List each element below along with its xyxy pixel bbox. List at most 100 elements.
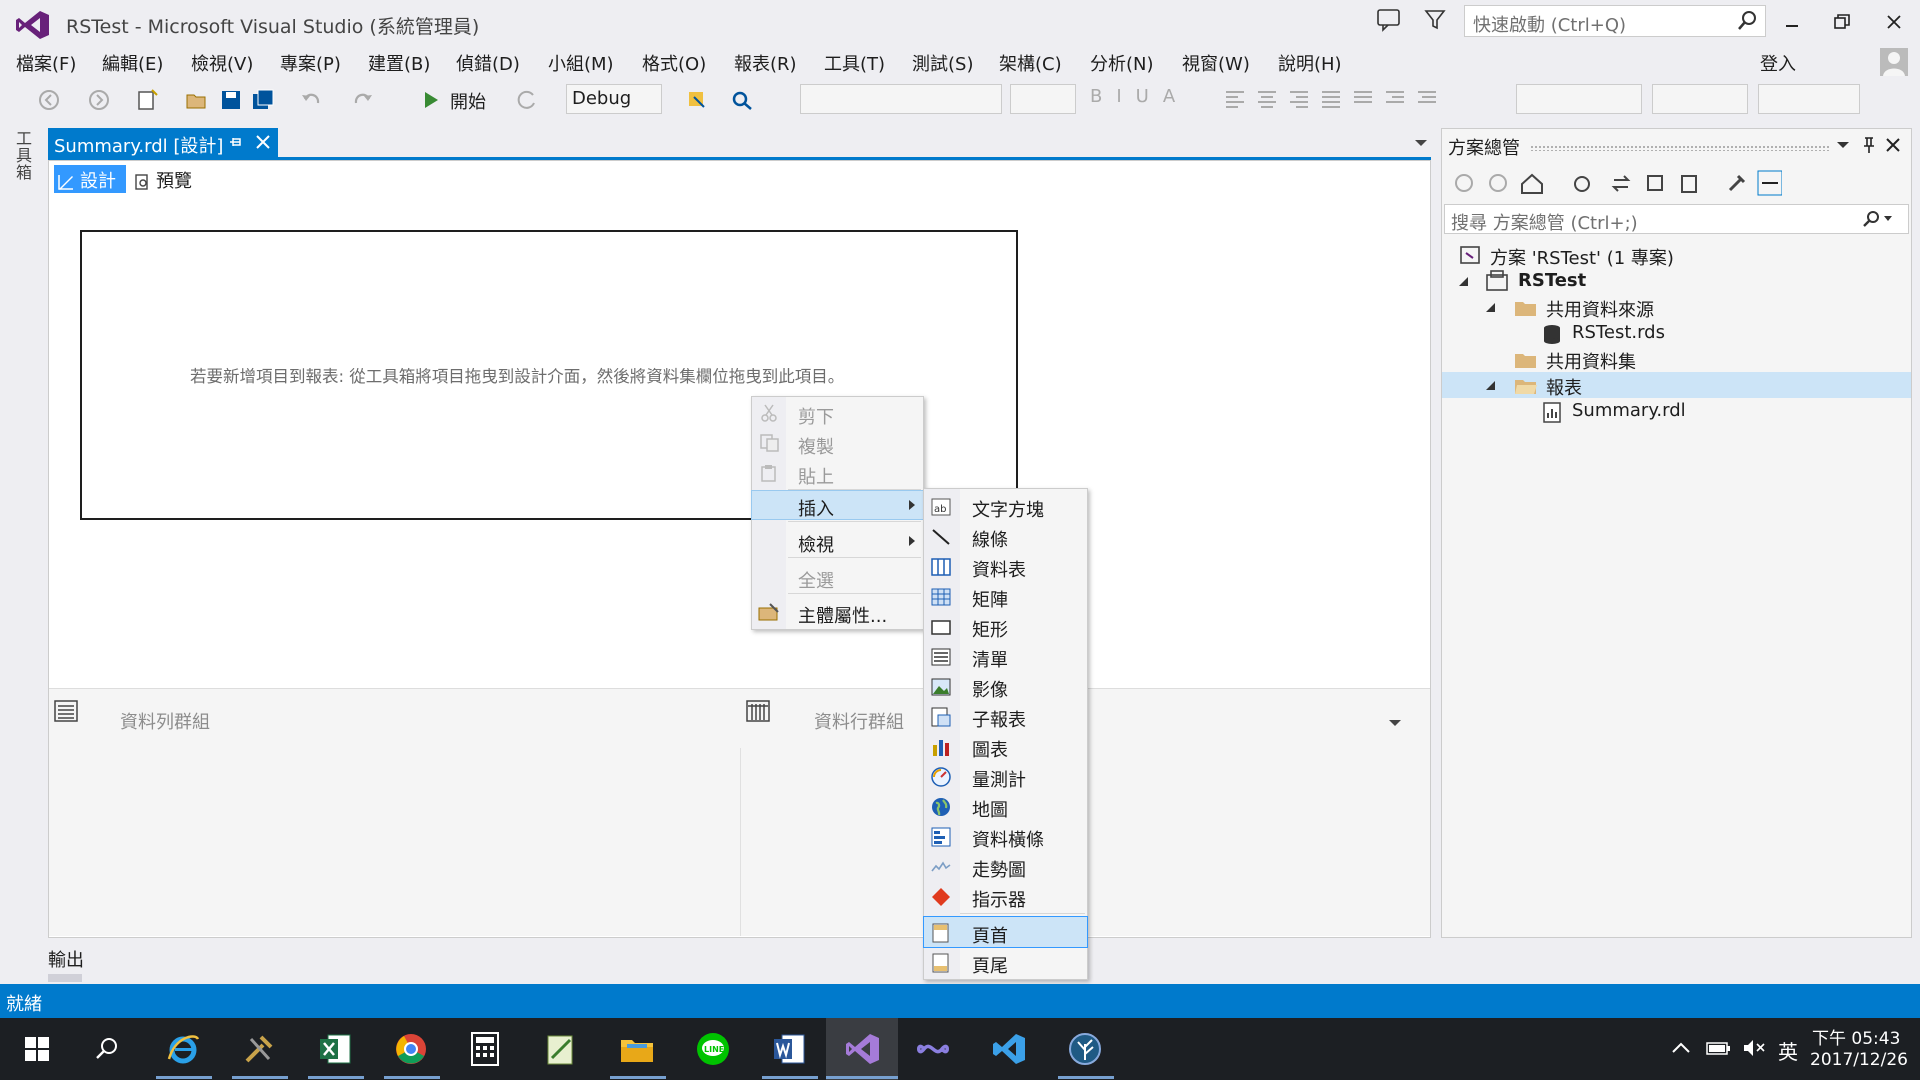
insert-item-map[interactable]: 地圖 xyxy=(924,791,1087,821)
menu-project[interactable]: 專案(P) xyxy=(280,50,341,76)
refresh-icon[interactable] xyxy=(514,87,540,113)
infinity-app-icon[interactable] xyxy=(904,1022,962,1076)
menu-item-cut[interactable]: 剪下 xyxy=(752,399,923,428)
tab-preview[interactable]: 預覽 xyxy=(130,165,198,193)
menu-view[interactable]: 檢視(V) xyxy=(191,50,253,76)
menu-item-paste[interactable]: 貼上 xyxy=(752,459,923,488)
solution-configuration-select[interactable]: Debug xyxy=(566,84,662,114)
tree-item-shared-datasets[interactable]: 共用資料集 xyxy=(1546,348,1636,374)
text-format-buttons-icon[interactable]: BIUA xyxy=(1090,86,1189,107)
panel-menu-icon[interactable] xyxy=(1836,140,1850,150)
start-debug-icon[interactable] xyxy=(418,87,444,113)
insert-item-databar[interactable]: 資料橫條 xyxy=(924,821,1087,851)
save-icon[interactable] xyxy=(218,87,244,113)
tools-app-icon[interactable] xyxy=(230,1022,288,1076)
menu-team[interactable]: 小組(M) xyxy=(548,50,614,76)
file-explorer-icon[interactable] xyxy=(608,1022,666,1076)
start-button-label[interactable]: 開始 xyxy=(450,88,486,114)
expand-arrow-icon[interactable] xyxy=(1458,276,1470,288)
tray-date[interactable]: 2017/12/26 xyxy=(1810,1050,1908,1070)
panel-pin-icon[interactable] xyxy=(1862,136,1876,154)
insert-item-page-header[interactable]: 頁首 xyxy=(923,916,1088,948)
tree-item-reports[interactable]: 報表 xyxy=(1546,374,1582,400)
menu-window[interactable]: 視窗(W) xyxy=(1182,50,1250,76)
color-select-2[interactable] xyxy=(1652,84,1748,114)
close-tab-icon[interactable] xyxy=(256,135,270,149)
filter-icon[interactable] xyxy=(1424,8,1446,32)
chrome-icon[interactable] xyxy=(382,1022,440,1076)
line-app-icon[interactable]: LINE xyxy=(684,1022,742,1076)
pin-icon[interactable] xyxy=(228,134,242,150)
menu-debug[interactable]: 偵錯(D) xyxy=(456,50,520,76)
battery-icon[interactable] xyxy=(1706,1040,1732,1056)
open-file-icon[interactable] xyxy=(184,87,210,113)
menu-item-copy[interactable]: 複製 xyxy=(752,429,923,458)
grouping-dropdown-icon[interactable] xyxy=(1388,718,1402,728)
volume-muted-icon[interactable] xyxy=(1742,1038,1768,1058)
start-icon[interactable] xyxy=(8,1022,66,1076)
save-all-icon[interactable] xyxy=(250,87,276,113)
menu-edit[interactable]: 編輯(E) xyxy=(102,50,163,76)
sign-in-link[interactable]: 登入 xyxy=(1760,50,1796,76)
menu-item-insert[interactable]: 插入 xyxy=(751,490,924,520)
font-size-select[interactable] xyxy=(1010,84,1076,114)
toolbox-tab[interactable]: 工具箱 xyxy=(16,130,36,181)
menu-report[interactable]: 報表(R) xyxy=(734,50,797,76)
menu-analyze[interactable]: 分析(N) xyxy=(1090,50,1154,76)
font-name-select[interactable] xyxy=(800,84,1002,114)
insert-item-gauge[interactable]: 量測計 xyxy=(924,761,1087,791)
internet-explorer-icon[interactable] xyxy=(154,1022,212,1076)
color-select-3[interactable] xyxy=(1758,84,1860,114)
menu-item-view[interactable]: 檢視 xyxy=(752,527,923,556)
tab-design[interactable]: 設計 xyxy=(54,165,126,193)
menu-help[interactable]: 說明(H) xyxy=(1278,50,1342,76)
menu-tools[interactable]: 工具(T) xyxy=(824,50,885,76)
new-project-icon[interactable] xyxy=(134,87,160,113)
tree-item-rds[interactable]: RSTest.rds xyxy=(1572,322,1665,343)
solution-search-icon[interactable] xyxy=(1862,210,1896,228)
vscode-icon[interactable] xyxy=(980,1022,1038,1076)
menu-file[interactable]: 檔案(F) xyxy=(16,50,76,76)
taskbar-search-icon[interactable] xyxy=(78,1022,136,1076)
output-tab[interactable]: 輸出 xyxy=(48,946,84,972)
tree-item-project[interactable]: RSTest xyxy=(1518,270,1586,291)
tree-item-shared-datasources[interactable]: 共用資料來源 xyxy=(1546,296,1654,322)
restore-button[interactable] xyxy=(1822,6,1862,38)
redo-icon[interactable] xyxy=(350,87,376,113)
menu-architecture[interactable]: 架構(C) xyxy=(999,50,1062,76)
back-icon[interactable] xyxy=(36,87,62,113)
panel-grip[interactable] xyxy=(1530,145,1830,151)
insert-item-chart[interactable]: 圖表 xyxy=(924,731,1087,761)
alignment-buttons-icon[interactable] xyxy=(1222,88,1472,110)
tray-chevron-icon[interactable] xyxy=(1672,1042,1690,1054)
insert-item-list[interactable]: 清單 xyxy=(924,641,1087,671)
menu-format[interactable]: 格式(O) xyxy=(642,50,706,76)
minimize-button[interactable] xyxy=(1772,6,1812,38)
feedback-icon[interactable] xyxy=(1376,8,1402,32)
tree-item-summary-rdl[interactable]: Summary.rdl xyxy=(1572,400,1686,421)
forward-icon[interactable] xyxy=(86,87,112,113)
word-icon[interactable] xyxy=(760,1022,818,1076)
visual-studio-taskbar-icon[interactable] xyxy=(834,1022,892,1076)
insert-item-line[interactable]: 線條 xyxy=(924,521,1087,551)
undo-icon[interactable] xyxy=(298,87,324,113)
tree-item-solution[interactable]: 方案 'RSTest' (1 專案) xyxy=(1490,244,1674,270)
insert-item-indicator[interactable]: 指示器 xyxy=(924,881,1087,911)
menu-item-body-properties[interactable]: 主體屬性... xyxy=(752,598,923,627)
user-avatar-icon[interactable] xyxy=(1880,48,1908,76)
expand-arrow-icon[interactable] xyxy=(1485,380,1497,392)
insert-item-image[interactable]: 影像 xyxy=(924,671,1087,701)
ime-indicator[interactable]: 英 xyxy=(1778,1036,1798,1065)
insert-item-page-footer[interactable]: 頁尾 xyxy=(924,947,1087,977)
menu-build[interactable]: 建置(B) xyxy=(368,50,430,76)
insert-item-rectangle[interactable]: 矩形 xyxy=(924,611,1087,641)
insert-item-subreport[interactable]: 子報表 xyxy=(924,701,1087,731)
tray-time[interactable]: 下午 05:43 xyxy=(1812,1024,1900,1049)
find-icon[interactable] xyxy=(730,87,756,113)
menu-item-select-all[interactable]: 全選 xyxy=(752,563,923,592)
solution-explorer-toolbar-icon[interactable] xyxy=(1452,170,1782,196)
insert-item-table[interactable]: 資料表 xyxy=(924,551,1087,581)
close-window-button[interactable] xyxy=(1874,6,1914,38)
tab-overflow-icon[interactable] xyxy=(1414,138,1428,148)
quick-launch-input[interactable]: 快速啟動 (Ctrl+Q) xyxy=(1464,5,1766,37)
